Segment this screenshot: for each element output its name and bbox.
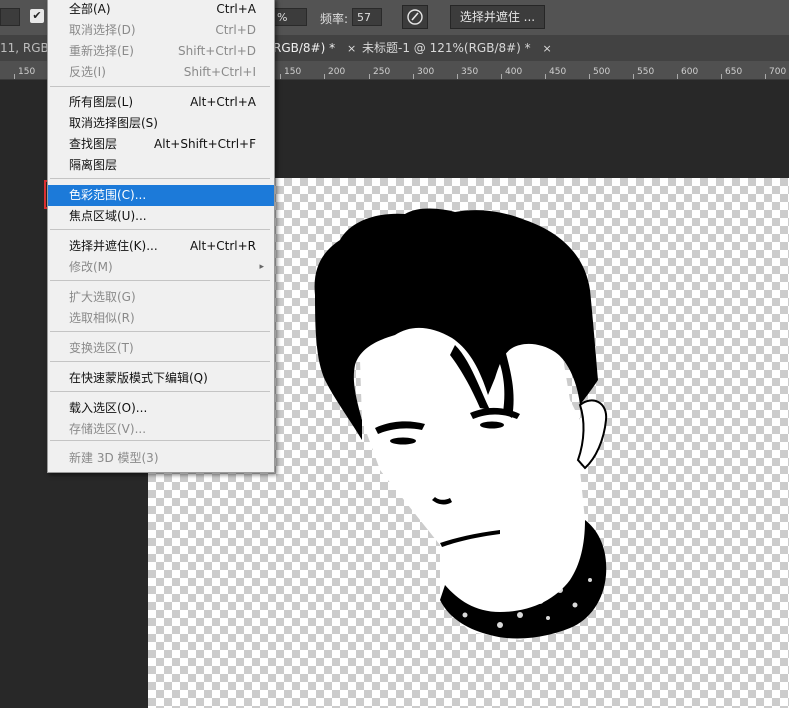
ruler-label: 250 [373, 67, 391, 77]
ruler-label: 450 [549, 67, 567, 77]
menu-item[interactable]: 在快速蒙版模式下编辑(Q) [48, 368, 274, 389]
ruler-tick [413, 74, 414, 79]
menu-item-shortcut: Alt+Ctrl+A [190, 95, 256, 109]
menu-item-label: 所有图层(L) [69, 95, 134, 109]
menu-separator [50, 361, 270, 362]
ruler-label: 400 [505, 67, 523, 77]
menu-separator [50, 331, 270, 332]
menu-item-label: 色彩范围(C)... [69, 188, 147, 202]
frequency-input[interactable]: 57 [352, 8, 382, 26]
select-menu: 全部(A) Ctrl+A 取消选择(D) Ctrl+D 重新选择(E) Shift+Ctr… [47, 0, 275, 473]
ruler-tick [14, 74, 15, 79]
ruler-tick [589, 74, 590, 79]
menu-item-label: 载入选区(O)... [69, 401, 148, 415]
ruler-label: 700 [769, 67, 787, 77]
menu-item[interactable]: 载入选区(O)... [48, 398, 274, 419]
menu-item-label: 取消选择图层(S) [69, 116, 158, 130]
menu-item: 变换选区(T) [48, 338, 274, 359]
menu-item-label: 焦点区域(U)... [69, 209, 147, 223]
menu-item: 新建 3D 模型(3) [48, 448, 274, 469]
menu-separator [50, 280, 270, 281]
anti-alias-checkbox[interactable]: ✔ [30, 9, 44, 23]
menu-item-label: 在快速蒙版模式下编辑(Q) [69, 371, 208, 385]
frequency-label: 频率: [320, 12, 349, 26]
menu-item-label: 存储选区(V)... [69, 422, 147, 436]
ruler-tick [457, 74, 458, 79]
ruler-tick [765, 74, 766, 79]
menu-item-label: 隔离图层 [69, 158, 118, 172]
menu-item[interactable]: 色彩范围(C)... [48, 185, 274, 206]
menu-item: 选取相似(R) [48, 308, 274, 329]
tab-label: 未标题-1 @ 121%(RGB/8#) * [362, 41, 531, 55]
menu-item: 修改(M) ▸ [48, 257, 274, 278]
ruler-label: 150 [18, 67, 36, 77]
menu-separator [50, 86, 270, 87]
ruler-tick [324, 74, 325, 79]
tab-label: 11, RGB/ [0, 41, 53, 55]
ruler-label: 150 [284, 67, 302, 77]
options-field-left[interactable] [0, 8, 20, 26]
menu-item-label: 选择并遮住(K)... [69, 239, 158, 253]
ruler-label: 300 [417, 67, 435, 77]
menu-item-shortcut: Alt+Shift+Ctrl+F [154, 137, 256, 151]
ruler-tick [280, 74, 281, 79]
menu-item: 扩大选取(G) [48, 287, 274, 308]
menu-separator [50, 178, 270, 179]
tab-document-1[interactable]: 11, RGB/ [0, 35, 53, 61]
menu-item[interactable]: 焦点区域(U)... [48, 206, 274, 227]
select-and-mask-button[interactable]: 选择并遮住 ... [450, 5, 545, 29]
ruler-tick [633, 74, 634, 79]
menu-item-label: 取消选择(D) [69, 23, 136, 37]
menu-item-label: 选取相似(R) [69, 311, 135, 325]
menu-item[interactable]: 选择并遮住(K)... Alt+Ctrl+R [48, 236, 274, 257]
menu-item[interactable]: 所有图层(L) Alt+Ctrl+A [48, 92, 274, 113]
menu-item-shortcut: Shift+Ctrl+D [178, 44, 256, 58]
menu-item-label: 重新选择(E) [69, 44, 134, 58]
tab-label: RGB/8#) * [273, 41, 336, 55]
menu-item[interactable]: 查找图层 Alt+Shift+Ctrl+F [48, 134, 274, 155]
pen-pressure-icon [407, 9, 423, 25]
ruler-label: 200 [328, 67, 346, 77]
ruler-label: 350 [461, 67, 479, 77]
menu-item-label: 修改(M) [69, 260, 113, 274]
menu-separator [50, 440, 270, 441]
menu-item[interactable]: 取消选择图层(S) [48, 113, 274, 134]
menu-item-label: 查找图层 [69, 137, 118, 151]
menu-item-shortcut: Ctrl+D [215, 23, 256, 37]
tab-document-2[interactable]: RGB/8#) * × [273, 35, 356, 61]
menu-item: 取消选择(D) Ctrl+D [48, 20, 274, 41]
menu-item-label: 新建 3D 模型(3) [69, 451, 159, 465]
ruler-tick [677, 74, 678, 79]
menu-item-shortcut: Alt+Ctrl+R [189, 239, 256, 253]
ruler-tick [545, 74, 546, 79]
menu-item-label: 反选(I) [69, 65, 106, 79]
menu-item-shortcut: Shift+Ctrl+I [183, 65, 256, 79]
menu-item-shortcut: Ctrl+A [216, 2, 256, 16]
submenu-arrow-icon: ▸ [259, 262, 264, 272]
close-icon[interactable]: × [347, 42, 356, 55]
ruler-label: 550 [637, 67, 655, 77]
contrast-input[interactable]: % [272, 8, 307, 26]
ruler-label: 600 [681, 67, 699, 77]
menu-separator [50, 391, 270, 392]
menu-item-label: 全部(A) [69, 2, 111, 16]
menu-item[interactable]: 隔离图层 [48, 155, 274, 176]
pressure-pen-button[interactable] [402, 5, 428, 29]
ruler-tick [721, 74, 722, 79]
ruler-tick [369, 74, 370, 79]
menu-item: 重新选择(E) Shift+Ctrl+D [48, 41, 274, 62]
ruler-label: 500 [593, 67, 611, 77]
ruler-label: 650 [725, 67, 743, 77]
menu-item: 存储选区(V)... [48, 419, 274, 440]
close-icon[interactable]: × [543, 42, 552, 55]
menu-item-label: 扩大选取(G) [69, 290, 136, 304]
menu-separator [50, 229, 270, 230]
ruler-tick [501, 74, 502, 79]
menu-item: 反选(I) Shift+Ctrl+I [48, 62, 274, 83]
menu-item-label: 变换选区(T) [69, 341, 134, 355]
tab-document-3[interactable]: 未标题-1 @ 121%(RGB/8#) * × [362, 35, 552, 61]
menu-item[interactable]: 全部(A) Ctrl+A [48, 0, 274, 20]
